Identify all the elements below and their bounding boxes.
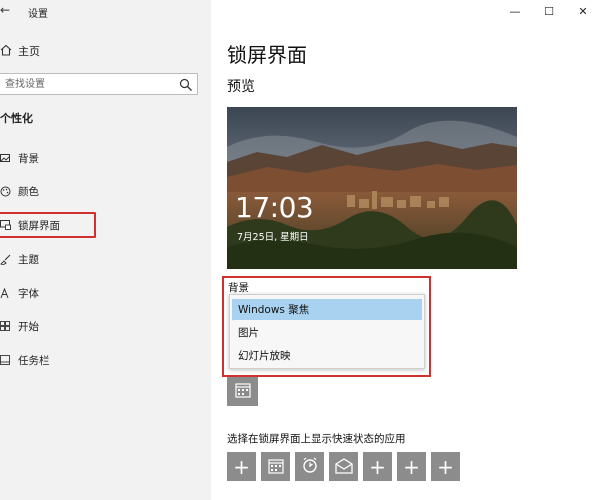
calendar-icon xyxy=(234,382,251,402)
sidebar-item-label: 背景 xyxy=(18,152,39,165)
detailed-status-app-button[interactable] xyxy=(227,377,258,406)
page-title: 锁屏界面 xyxy=(227,43,307,67)
quick-status-slot-3[interactable] xyxy=(295,452,324,481)
font-icon xyxy=(0,287,12,299)
preview-date: 7月25日, 星期日 xyxy=(237,232,309,243)
picture-icon xyxy=(0,152,12,164)
background-section-highlight: 背景 Windows 聚焦 图片 幻灯片放映 xyxy=(222,276,431,377)
sidebar-item-colors[interactable]: 颜色 xyxy=(0,180,200,202)
back-arrow-icon[interactable]: ← xyxy=(0,3,10,17)
dropdown-option-slideshow[interactable]: 幻灯片放映 xyxy=(232,345,422,366)
search-input[interactable] xyxy=(5,76,175,92)
brush-icon xyxy=(0,253,12,265)
sidebar-item-background[interactable]: 背景 xyxy=(0,147,200,169)
calendar-icon xyxy=(267,457,284,477)
quick-status-slot-2[interactable] xyxy=(261,452,290,481)
sidebar-item-label: 开始 xyxy=(18,320,39,333)
plus-icon: + xyxy=(369,454,386,479)
preview-heading: 预览 xyxy=(227,79,255,95)
quick-status-slot-5[interactable]: + xyxy=(363,452,392,481)
preview-clock: 17:03 xyxy=(235,191,314,224)
sidebar-item-themes[interactable]: 主题 xyxy=(0,248,200,270)
window-title: 设置 xyxy=(28,9,48,20)
sidebar: ← 设置 主页 个性化 背景 颜色 锁屏界面 主题 xyxy=(0,0,211,500)
quick-status-label: 选择在锁屏界面上显示快速状态的应用 xyxy=(227,433,406,445)
plus-icon: + xyxy=(233,454,250,479)
palette-icon xyxy=(0,185,12,197)
minimize-button[interactable]: — xyxy=(498,0,532,22)
start-icon xyxy=(0,320,12,332)
maximize-button[interactable]: ☐ xyxy=(532,0,566,22)
sidebar-item-start[interactable]: 开始 xyxy=(0,315,200,337)
quick-status-row: + + + + xyxy=(227,452,465,481)
sidebar-item-label: 主题 xyxy=(18,253,39,266)
section-title: 个性化 xyxy=(0,112,33,125)
search-icon[interactable] xyxy=(179,77,193,91)
close-button[interactable]: ✕ xyxy=(566,0,600,22)
taskbar-icon xyxy=(0,354,12,366)
dropdown-option-windows-spotlight[interactable]: Windows 聚焦 xyxy=(232,299,422,320)
window-controls: — ☐ ✕ xyxy=(498,0,600,22)
sidebar-item-label: 任务栏 xyxy=(18,354,50,367)
sidebar-item-label: 锁屏界面 xyxy=(18,219,60,232)
search-box[interactable] xyxy=(0,73,198,95)
lock-screen-preview: 17:03 7月25日, 星期日 xyxy=(227,107,517,269)
main-content: — ☐ ✕ 锁屏界面 预览 17:03 7月25日, 星期日 背景 Window… xyxy=(211,0,600,500)
home-icon xyxy=(0,44,14,59)
dropdown-option-picture[interactable]: 图片 xyxy=(232,322,422,343)
quick-status-slot-4[interactable] xyxy=(329,452,358,481)
sidebar-item-lock-screen[interactable]: 锁屏界面 xyxy=(0,212,96,238)
plus-icon: + xyxy=(437,454,454,479)
preview-landscape-image xyxy=(227,107,517,269)
mail-icon xyxy=(334,457,353,477)
background-dropdown[interactable]: Windows 聚焦 图片 幻灯片放映 xyxy=(229,294,425,369)
alarm-clock-icon xyxy=(301,456,319,477)
plus-icon: + xyxy=(403,454,420,479)
sidebar-item-label: 字体 xyxy=(18,287,39,300)
quick-status-slot-1[interactable]: + xyxy=(227,452,256,481)
quick-status-slot-6[interactable]: + xyxy=(397,452,426,481)
lock-screen-icon xyxy=(0,219,12,231)
sidebar-item-fonts[interactable]: 字体 xyxy=(0,282,200,304)
sidebar-item-taskbar[interactable]: 任务栏 xyxy=(0,349,200,371)
home-label: 主页 xyxy=(18,45,40,58)
quick-status-slot-7[interactable]: + xyxy=(431,452,460,481)
home-link[interactable]: 主页 xyxy=(0,42,40,60)
background-label: 背景 xyxy=(228,282,249,294)
sidebar-item-label: 颜色 xyxy=(18,185,39,198)
